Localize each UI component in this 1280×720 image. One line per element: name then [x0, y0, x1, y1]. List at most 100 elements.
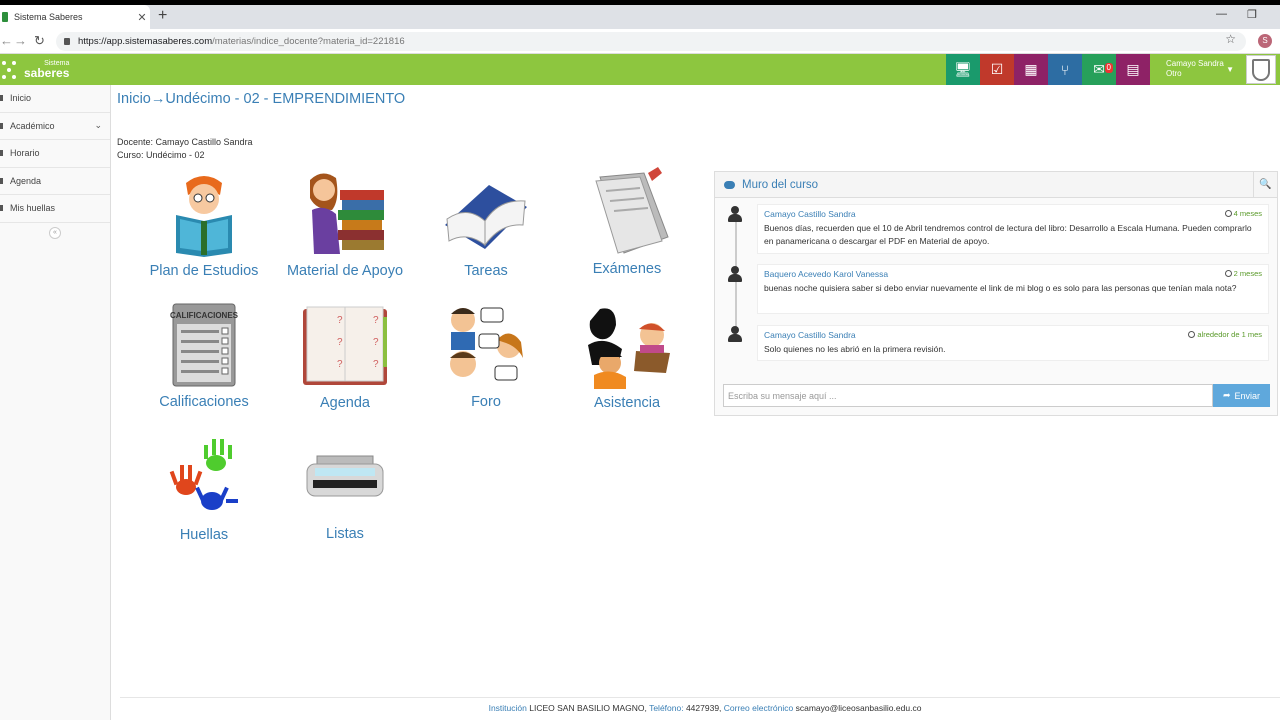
restore-icon[interactable]: ❐ — [1247, 8, 1257, 21]
message-text: Solo quienes no les abrió en la primera … — [764, 344, 946, 354]
branch-icon[interactable]: ⑂ — [1048, 54, 1082, 85]
send-button-label: Enviar — [1234, 390, 1261, 401]
minimize-icon[interactable]: — — [1216, 8, 1227, 20]
url-path: /materias/indice_docente?materia_id=2218… — [212, 36, 405, 47]
mail-count-badge: 0 — [1104, 63, 1113, 73]
footer-divider — [120, 697, 1280, 698]
svg-text:?: ? — [373, 337, 379, 348]
tile-asistencia[interactable]: Asistencia — [557, 305, 697, 411]
home-icon — [0, 95, 3, 102]
sidebar-item-label: Agenda — [10, 175, 42, 186]
app-logo[interactable]: Sistema saberes — [0, 57, 69, 83]
tile-calificaciones[interactable]: CALIFICACIONES Calificaciones — [134, 302, 274, 410]
url-host: https://app.sistemasaberes.com — [78, 36, 213, 47]
breadcrumb[interactable]: Inicio→Undécimo - 02 - EMPRENDIMIENTO — [117, 91, 405, 107]
monitor-icon[interactable]: 🖥 — [946, 54, 980, 85]
message-author[interactable]: Baquero Acevedo Karol Vanessa — [764, 269, 1262, 279]
tile-plan-de-estudios[interactable]: Plan de Estudios — [134, 173, 274, 279]
profile-avatar[interactable]: S — [1258, 34, 1272, 48]
tile-label: Material de Apoyo — [286, 263, 404, 279]
tile-huellas[interactable]: Huellas — [134, 435, 274, 543]
new-tab-button[interactable]: + — [158, 7, 167, 25]
svg-text:?: ? — [337, 337, 343, 348]
sidebar-item-academico[interactable]: Académico ⌄ — [0, 113, 110, 140]
course-wall-header: Muro del curso 🔍 — [715, 172, 1277, 198]
wall-message: Camayo Castillo Sandra 4 meses Buenos dí… — [757, 204, 1269, 254]
wall-message: Camayo Castillo Sandra alrededor de 1 me… — [757, 325, 1269, 361]
tile-examenes[interactable]: Exámenes — [557, 167, 697, 277]
browser-tab[interactable]: Sistema Saberes ✕ — [0, 5, 150, 29]
book-icon[interactable]: ▤ — [1116, 54, 1150, 85]
branch-icon-glyph: ⑂ — [1060, 61, 1070, 78]
footer-tel-label: Teléfono: — [649, 703, 684, 713]
user-avatar-icon — [728, 326, 742, 342]
tile-label: Asistencia — [593, 395, 661, 411]
reading-boy-icon — [176, 176, 232, 257]
course-wall-panel: Muro del curso 🔍 Camayo Castillo Sandra … — [714, 171, 1278, 416]
forward-arrow-icon[interactable]: → — [14, 33, 27, 48]
monitor-icon-glyph: 🖥 — [954, 61, 972, 77]
reload-icon[interactable]: ↻ — [34, 33, 45, 49]
user-avatar-icon — [728, 266, 742, 282]
tile-tareas[interactable]: Tareas — [416, 177, 556, 279]
message-text: buenas noche quisiera saber si debo envi… — [764, 283, 1237, 293]
back-arrow-icon[interactable]: ← — [0, 33, 13, 48]
sidebar-item-horario[interactable]: Horario — [0, 140, 110, 168]
wall-message: Baquero Acevedo Karol Vanessa 2 meses bu… — [757, 264, 1269, 314]
chat-bubble-icon — [724, 180, 735, 189]
message-time: 2 meses — [1224, 269, 1262, 278]
checklist-icon[interactable]: ☑ — [980, 54, 1014, 85]
checklist-icon-glyph: ☑ — [990, 61, 1004, 77]
school-crest-logo — [1246, 55, 1276, 84]
footer-tel-value: 4427939, — [685, 703, 722, 713]
chevron-down-icon: ⌄ — [94, 120, 102, 131]
footer-inst-value: LICEO SAN BASILIO MAGNO, — [529, 703, 647, 713]
footer-mail-value[interactable]: scamayo@liceosanbasilio.edu.co — [796, 703, 922, 713]
tile-label: Calificaciones — [159, 394, 249, 410]
sidebar-collapse-button[interactable]: « — [49, 226, 61, 239]
tile-label: Agenda — [320, 395, 370, 411]
header-icon-bar: 🖥 ☑ ▦ ⑂ ✉ 0 ▤ — [946, 54, 1150, 85]
academic-icon — [0, 122, 3, 129]
tab-title: Sistema Saberes — [14, 12, 83, 22]
attendance-kids-icon — [588, 308, 670, 389]
message-author[interactable]: Camayo Castillo Sandra — [764, 209, 1262, 219]
tile-material-de-apoyo[interactable]: Material de Apoyo — [275, 170, 415, 279]
share-arrow-icon: ➦ — [1222, 390, 1231, 400]
lock-icon — [64, 38, 70, 45]
sidebar-item-label: Mis huellas — [10, 203, 56, 214]
calendar-icon[interactable]: ▦ — [1014, 54, 1048, 85]
bookmark-star-icon[interactable]: ☆ — [1225, 32, 1236, 46]
url-text: https://app.sistemasaberes.com/materias/… — [78, 36, 405, 47]
svg-text:?: ? — [337, 359, 343, 370]
wall-message-input[interactable]: Escriba su mensaje aquí ... — [723, 384, 1213, 407]
tile-label: Tareas — [464, 263, 508, 279]
tile-listas[interactable]: Listas — [275, 450, 415, 542]
tile-foro[interactable]: Foro — [416, 302, 556, 410]
site-favicon-icon — [2, 12, 8, 22]
curso-text: Curso: Undécimo - 02 — [117, 150, 205, 160]
tile-agenda[interactable]: ?????? Agenda — [275, 305, 415, 411]
browser-tab-strip: Sistema Saberes ✕ + — ❐ — [0, 5, 1280, 29]
sidebar-item-label: Académico — [10, 120, 55, 131]
footer: Institución LICEO SAN BASILIO MAGNO, Tel… — [0, 703, 1280, 713]
clock-icon — [0, 150, 3, 157]
tab-close-icon[interactable]: ✕ — [134, 11, 150, 24]
sidebar-item-inicio[interactable]: Inicio — [0, 85, 110, 113]
send-button[interactable]: ➦ Enviar — [1213, 384, 1270, 407]
footer-inst-label: Institución — [488, 703, 527, 713]
url-input[interactable]: https://app.sistemasaberes.com/materias/… — [56, 32, 1246, 51]
mail-icon[interactable]: ✉ 0 — [1082, 54, 1116, 85]
message-time-text: alrededor de 1 mes — [1197, 330, 1262, 339]
user-menu[interactable]: Camayo Sandra Otro ▼ — [1160, 54, 1242, 85]
book-icon-glyph: ▤ — [1126, 61, 1140, 77]
sidebar-item-mis-huellas[interactable]: Mis huellas — [0, 195, 110, 223]
course-info: Docente: Camayo Castillo Sandra Curso: U… — [117, 136, 253, 162]
sidebar-item-agenda[interactable]: Agenda — [0, 168, 110, 195]
open-book-icon — [445, 185, 527, 249]
message-time-text: 4 meses — [1233, 209, 1262, 218]
search-icon[interactable]: 🔍 — [1253, 172, 1277, 197]
message-author[interactable]: Camayo Castillo Sandra — [764, 330, 1262, 340]
handprints-icon — [169, 439, 238, 510]
user-avatar-icon — [728, 206, 742, 222]
